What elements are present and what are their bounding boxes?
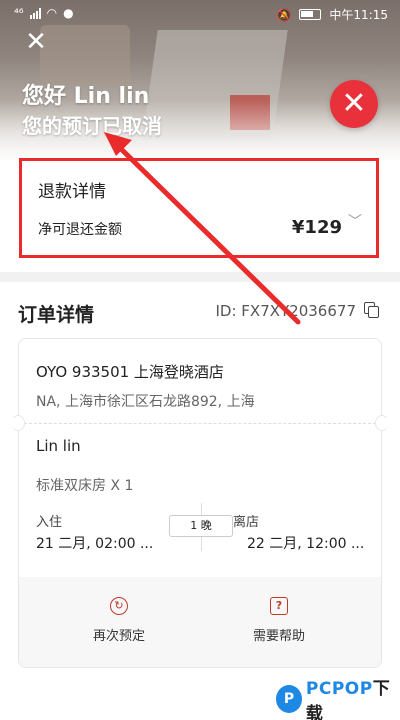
watermark: P PCPOP下载 <box>276 679 400 720</box>
order-card: OYO 933501 上海登晓酒店 NA, 上海市徐汇区石龙路892, 上海 L… <box>11 338 389 668</box>
checkout-value: 22 二月, 12:00 ... <box>247 536 365 552</box>
cancellation-message: 您的预订已取消 <box>22 114 162 138</box>
checkout-label: 离店 <box>233 515 260 530</box>
help-label: 需要帮助 <box>252 629 305 644</box>
help-icon: ? <box>270 597 288 615</box>
chat-icon: ● <box>63 6 74 20</box>
guest-name: Lin lin <box>36 437 81 455</box>
chevron-down-icon[interactable]: ﹀ <box>348 211 362 231</box>
help-button[interactable]: ? 需要帮助 <box>219 597 339 644</box>
copy-icon[interactable] <box>364 302 380 318</box>
network-type: ⁴⁶ <box>14 6 24 20</box>
ticket-notch <box>375 415 389 431</box>
watermark-logo-icon: P <box>276 685 302 713</box>
watermark-brand: PCPOP <box>305 679 373 699</box>
status-bar: ⁴⁶ ◠ ● 🔕 中午11:15 <box>0 0 400 28</box>
hotel-name: OYO 933501 上海登晓酒店 <box>36 363 224 381</box>
close-icon[interactable]: ✕ <box>22 28 50 56</box>
ticket-notch <box>11 415 25 431</box>
nights-badge: 1 晚 <box>169 515 233 537</box>
checkin-label: 入住 <box>36 515 63 530</box>
watermark-text: PCPOP下载 <box>306 674 400 720</box>
section-divider <box>0 272 400 282</box>
clock: 中午11:15 <box>329 8 388 22</box>
wifi-icon: ◠ <box>46 6 58 20</box>
refund-title: 退款详情 <box>38 182 106 202</box>
hotel-address: NA, 上海市徐汇区石龙路892, 上海 <box>36 394 255 410</box>
card-divider <box>19 423 381 424</box>
signal-icon <box>29 7 41 19</box>
battery-icon <box>299 9 322 20</box>
rebook-button[interactable]: ↻ 再次预定 <box>59 597 179 644</box>
refund-details-box[interactable]: 退款详情 净可退还金额 ¥129 ﹀ <box>19 158 379 258</box>
rebook-label: 再次预定 <box>92 629 145 644</box>
refund-amount: ¥129 <box>291 217 342 238</box>
mute-icon: 🔕 <box>276 7 292 22</box>
photo-detail <box>40 25 130 85</box>
checkin-value: 21 二月, 02:00 ... <box>36 536 154 552</box>
room-type: 标准双床房 X 1 <box>36 478 134 494</box>
rebook-icon: ↻ <box>110 597 128 615</box>
order-actions: ↻ 再次预定 ? 需要帮助 <box>19 577 381 667</box>
order-details-title: 订单详情 <box>18 304 95 326</box>
greeting-text: 您好 Lin lin <box>22 84 150 109</box>
cancelled-x-icon: ✕ <box>330 80 378 128</box>
refund-amount-label: 净可退还金额 <box>38 222 122 238</box>
order-id: ID: FX7XY2036677 <box>215 302 357 320</box>
